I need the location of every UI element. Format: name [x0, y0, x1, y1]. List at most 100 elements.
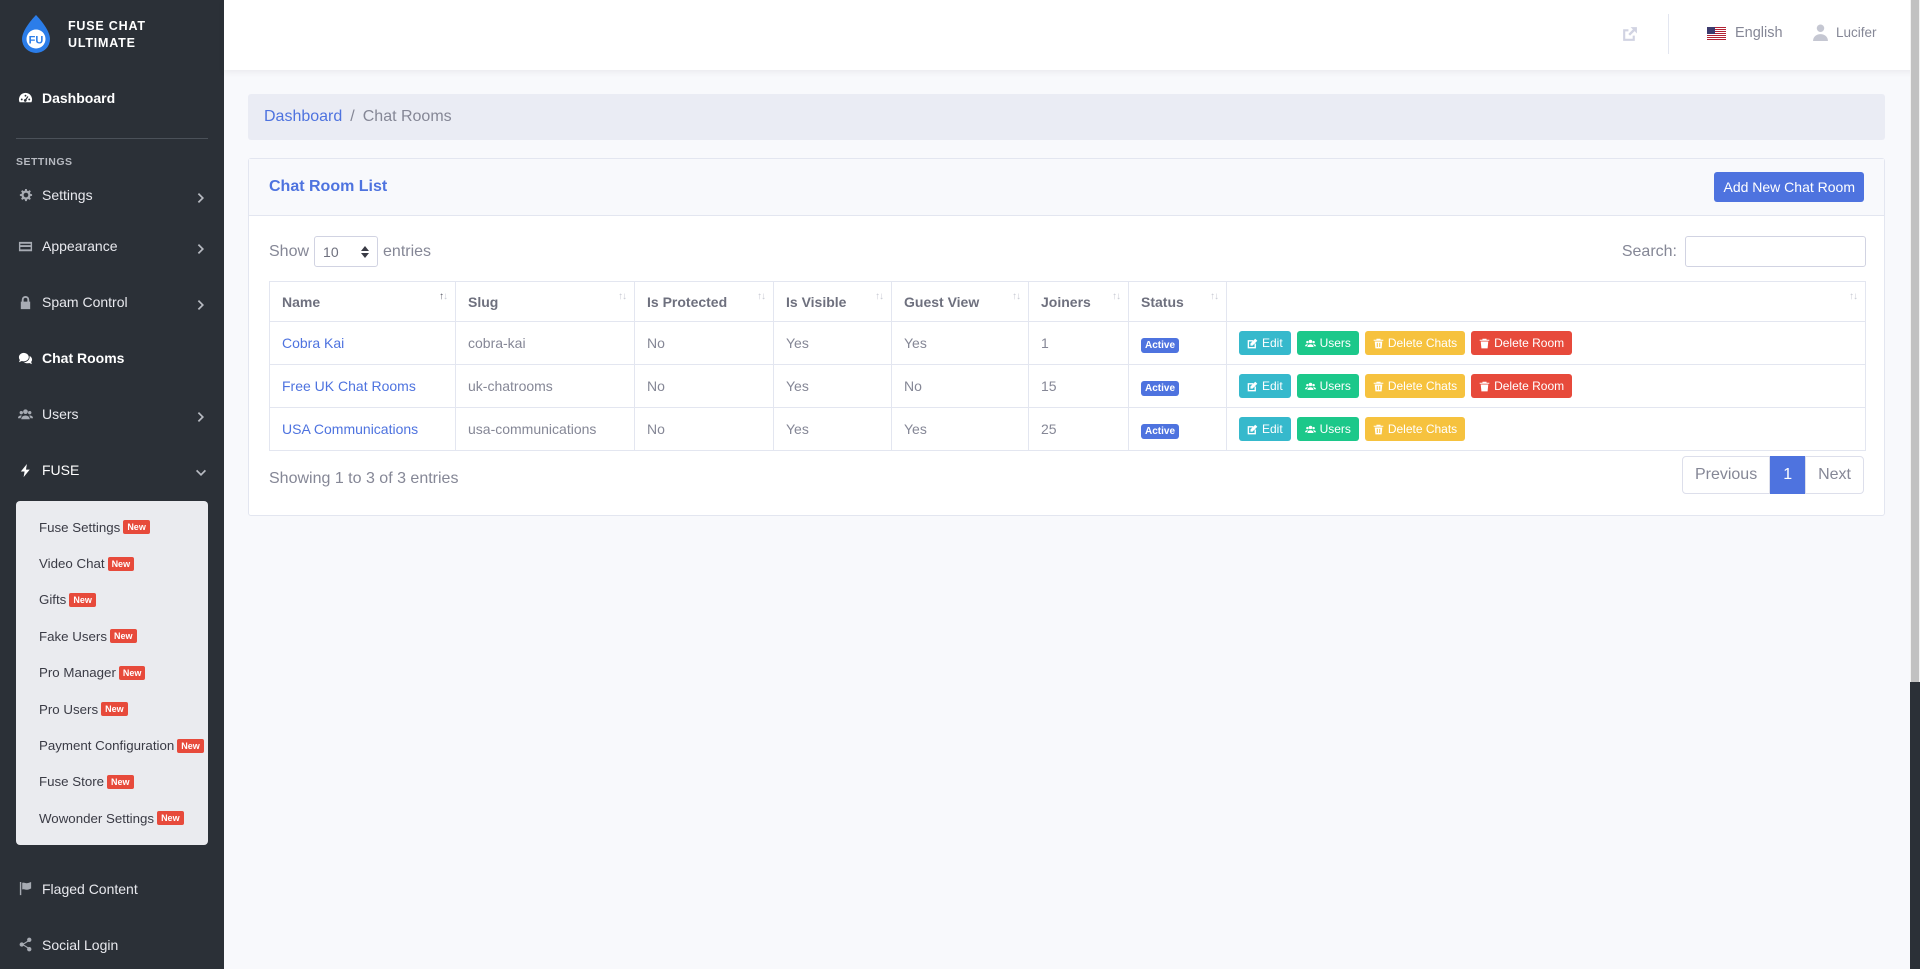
- card-title: Chat Room List: [269, 178, 388, 195]
- sidebar-item-fuse[interactable]: FUSE: [0, 442, 224, 498]
- submenu-item-label: Fake Users: [39, 628, 107, 644]
- sort-icon: ↑↓: [1012, 291, 1021, 302]
- submenu-item-pro-manager[interactable]: Pro Manager New: [16, 655, 208, 691]
- sidebar-item-label: Spam Control: [42, 294, 128, 310]
- delete-room-button[interactable]: Delete Room: [1471, 374, 1573, 398]
- pagination-previous[interactable]: Previous: [1681, 456, 1771, 494]
- new-badge: New: [107, 556, 135, 571]
- sort-icon: ↑↓: [439, 291, 448, 302]
- room-slug: usa-communications: [455, 407, 635, 451]
- column-header-label: Is Visible: [786, 293, 847, 310]
- language-selector[interactable]: English: [1707, 25, 1783, 41]
- column-header-is-protected[interactable]: Is Protected ↑↓: [634, 281, 774, 322]
- submenu-item-pro-users[interactable]: Pro Users New: [16, 691, 208, 727]
- delete-chats-button[interactable]: Delete Chats: [1364, 374, 1466, 398]
- pagination-next[interactable]: Next: [1805, 456, 1864, 494]
- users-icon: [1304, 425, 1316, 433]
- new-badge: New: [109, 629, 137, 644]
- room-name-link[interactable]: Free UK Chat Rooms: [282, 378, 416, 394]
- user-menu[interactable]: Lucifer: [1813, 24, 1877, 41]
- submenu-item-label: Payment Configuration: [39, 738, 175, 754]
- entries-select-value: 10: [323, 243, 339, 260]
- scrollbar-lower: [1910, 682, 1920, 969]
- chevron-right-icon: [196, 190, 206, 203]
- status-badge: Active: [1141, 338, 1180, 353]
- column-header-label: Status: [1141, 293, 1184, 310]
- users-button[interactable]: Users: [1296, 417, 1359, 441]
- sidebar-item-users[interactable]: Users: [0, 386, 224, 442]
- users-button[interactable]: Users: [1296, 374, 1359, 398]
- column-header-status[interactable]: Status ↑↓: [1128, 281, 1227, 322]
- pagination-page-1[interactable]: 1: [1770, 456, 1806, 494]
- row-actions: Edit Users Delete Chats Delete Room: [1226, 321, 1866, 365]
- tachometer-icon: [17, 90, 33, 106]
- fuse-submenu: Fuse Settings New Video Chat New Gifts New …: [16, 501, 208, 845]
- search-input[interactable]: [1685, 236, 1866, 267]
- column-header-joiners[interactable]: Joiners ↑↓: [1028, 281, 1129, 322]
- delete-chats-button[interactable]: Delete Chats: [1364, 417, 1466, 441]
- sidebar-item-social-login[interactable]: Social Login: [0, 917, 224, 969]
- column-header-slug[interactable]: Slug ↑↓: [455, 281, 635, 322]
- submenu-item-label: Gifts: [39, 592, 67, 608]
- sidebar-item-dashboard[interactable]: Dashboard: [0, 70, 224, 126]
- edit-icon: [1247, 381, 1258, 391]
- sidebar-item-flagged-content[interactable]: Flaged Content: [0, 861, 224, 917]
- edit-icon: [1247, 338, 1258, 348]
- submenu-item-payment-configuration[interactable]: Payment Configuration New: [16, 727, 208, 763]
- chevron-right-icon: [196, 297, 206, 310]
- share-icon: [17, 937, 33, 953]
- sidebar-item-label: Social Login: [42, 936, 119, 953]
- submenu-item-gifts[interactable]: Gifts New: [16, 582, 208, 618]
- delete-room-button[interactable]: Delete Room: [1471, 331, 1573, 355]
- new-badge: New: [118, 665, 146, 680]
- users-button[interactable]: Users: [1296, 331, 1359, 355]
- table-row: Cobra Kai cobra-kai No Yes Yes 1 Active …: [269, 321, 1866, 365]
- new-badge: New: [69, 592, 96, 607]
- delete-chats-button[interactable]: Delete Chats: [1364, 331, 1466, 355]
- edit-button[interactable]: Edit: [1239, 417, 1291, 441]
- sidebar-item-label: Dashboard: [42, 90, 116, 106]
- sidebar-item-spam-control[interactable]: Spam Control: [0, 274, 224, 330]
- edit-button[interactable]: Edit: [1239, 331, 1291, 355]
- room-name-link[interactable]: Cobra Kai: [282, 335, 344, 351]
- entries-length: Show 10 entries: [269, 236, 431, 267]
- room-guest-view: No: [891, 364, 1029, 408]
- entries-select[interactable]: 10: [314, 236, 379, 267]
- submenu-item-wowonder-settings[interactable]: Wowonder Settings New: [16, 800, 208, 836]
- sidebar-item-settings[interactable]: Settings: [0, 172, 224, 218]
- column-header-label: Slug: [468, 293, 499, 310]
- breadcrumb-separator: /: [350, 108, 355, 125]
- submenu-item-label: Wowonder Settings: [39, 810, 155, 826]
- chat-rooms-table: Name ↑↓ Slug ↑↓ Is Protected ↑↓ Is Visible ↑…: [269, 281, 1866, 451]
- submenu-item-fuse-settings[interactable]: Fuse Settings New: [16, 509, 208, 545]
- room-protected: No: [634, 407, 774, 451]
- trash-icon: [1479, 338, 1490, 348]
- submenu-item-label: Fuse Settings: [39, 519, 121, 535]
- submenu-item-fake-users[interactable]: Fake Users New: [16, 618, 208, 654]
- card-header: Chat Room List Add New Chat Room: [249, 159, 1884, 216]
- brand[interactable]: FU FUSE CHAT ULTIMATE: [0, 0, 224, 70]
- column-header-name[interactable]: Name ↑↓: [269, 281, 456, 322]
- sidebar-item-label: Users: [42, 406, 79, 422]
- topbar: English Lucifer: [224, 0, 1920, 70]
- sidebar-item-chat-rooms[interactable]: Chat Rooms: [0, 330, 224, 386]
- column-header-is-visible[interactable]: Is Visible ↑↓: [773, 281, 892, 322]
- sort-icon: ↑↓: [1210, 291, 1219, 302]
- trash-icon: [1373, 424, 1384, 434]
- svg-text:FU: FU: [29, 35, 44, 47]
- column-header-actions[interactable]: ↑↓: [1226, 281, 1866, 322]
- external-link-icon[interactable]: [1621, 26, 1639, 44]
- edit-button[interactable]: Edit: [1239, 374, 1291, 398]
- scrollbar-thumb[interactable]: [1911, 0, 1919, 682]
- breadcrumb-link-dashboard[interactable]: Dashboard: [264, 108, 342, 126]
- sidebar-heading: SETTINGS: [16, 156, 73, 168]
- sidebar-item-appearance[interactable]: Appearance: [0, 218, 224, 274]
- add-chat-room-button[interactable]: Add New Chat Room: [1714, 172, 1864, 202]
- submenu-item-fuse-store[interactable]: Fuse Store New: [16, 764, 208, 800]
- column-header-label: Is Protected: [647, 293, 728, 310]
- submenu-item-video-chat[interactable]: Video Chat New: [16, 545, 208, 581]
- column-header-guest-view[interactable]: Guest View ↑↓: [891, 281, 1029, 322]
- sidebar-item-label: Flaged Content: [42, 880, 138, 897]
- room-name-link[interactable]: USA Communications: [282, 421, 418, 437]
- sidebar-item-label: Settings: [42, 187, 93, 203]
